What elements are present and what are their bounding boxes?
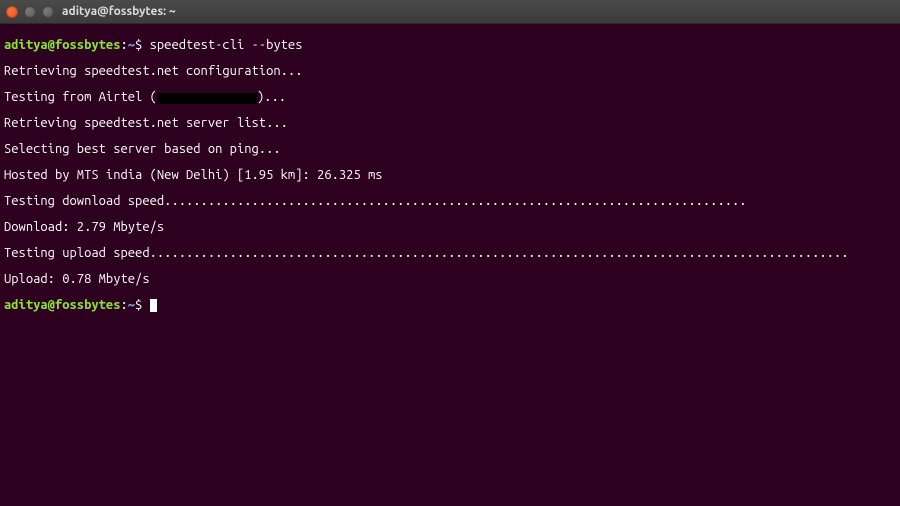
prompt-colon: :: [120, 298, 127, 312]
output-text: Testing from Airtel (: [4, 90, 157, 104]
prompt-user-host: aditya@fossbytes: [4, 298, 120, 312]
prompt-symbol: $: [135, 298, 142, 312]
output-line: Retrieving speedtest.net server list...: [4, 117, 896, 130]
prompt-user-host: aditya@fossbytes: [4, 38, 120, 52]
window-button-group: [6, 6, 54, 18]
output-line: Testing upload speed....................…: [4, 247, 896, 260]
terminal-area[interactable]: aditya@fossbytes:~$ speedtest-cli --byte…: [0, 24, 900, 327]
prompt-path: ~: [128, 298, 135, 312]
output-line: Testing download speed..................…: [4, 195, 896, 208]
output-line: Download: 2.79 Mbyte/s: [4, 221, 896, 234]
window-title: aditya@fossbytes: ~: [62, 5, 176, 18]
window-titlebar: aditya@fossbytes: ~: [0, 0, 900, 24]
prompt-colon: :: [120, 38, 127, 52]
prompt-path: ~: [128, 38, 135, 52]
terminal-line: aditya@fossbytes:~$ speedtest-cli --byte…: [4, 39, 896, 52]
output-line: Testing from Airtel ()...: [4, 91, 896, 104]
cursor-block: [150, 299, 157, 312]
redacted-ip: [157, 93, 257, 104]
output-line: Selecting best server based on ping...: [4, 143, 896, 156]
prompt-symbol: $: [135, 38, 142, 52]
output-text: )...: [257, 90, 286, 104]
maximize-icon[interactable]: [42, 6, 54, 18]
close-icon[interactable]: [6, 6, 18, 18]
terminal-line: aditya@fossbytes:~$: [4, 299, 896, 312]
minimize-icon[interactable]: [24, 6, 36, 18]
output-line: Hosted by MTS india (New Delhi) [1.95 km…: [4, 169, 896, 182]
output-line: Retrieving speedtest.net configuration..…: [4, 65, 896, 78]
output-line: Upload: 0.78 Mbyte/s: [4, 273, 896, 286]
command-text: speedtest-cli --bytes: [150, 38, 303, 52]
